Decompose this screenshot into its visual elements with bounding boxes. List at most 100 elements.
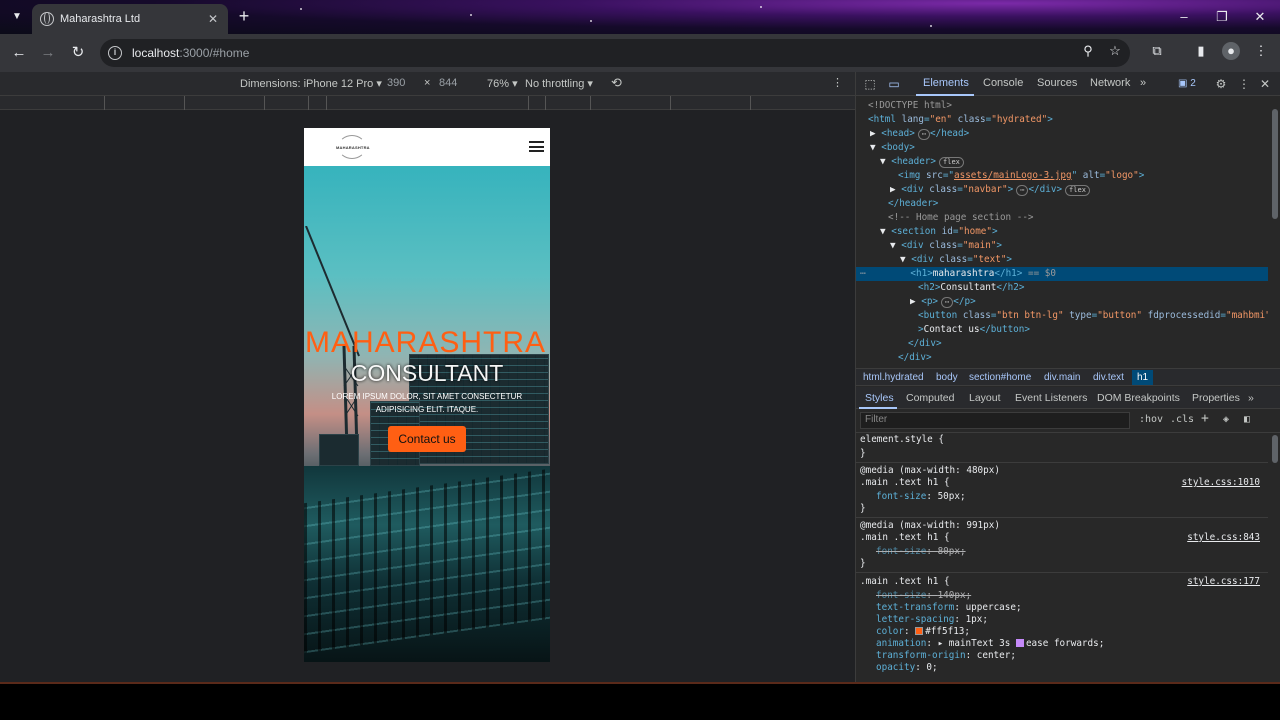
zoom-icon[interactable]: ⚲ xyxy=(1079,42,1097,60)
styles-scrollbar[interactable] xyxy=(1270,435,1279,680)
rule-source-link[interactable]: style.css:1010 xyxy=(1182,477,1260,489)
more-menu-icon[interactable]: ⋮ xyxy=(1252,42,1270,60)
breadcrumb-item-current[interactable]: h1 xyxy=(1132,370,1154,385)
more-style-tabs-icon[interactable]: » xyxy=(1248,392,1254,404)
close-tab-icon[interactable]: ✕ xyxy=(206,12,220,26)
paint-icon[interactable]: ◈ xyxy=(1223,414,1229,425)
device-toggle-icon[interactable]: ▭ xyxy=(886,76,902,92)
css-declaration[interactable]: opacity: 0; xyxy=(860,662,1264,674)
element-style-selector[interactable]: element.style { xyxy=(860,434,1264,446)
tab-console[interactable]: Console xyxy=(983,77,1023,89)
tab-layout[interactable]: Layout xyxy=(969,392,1001,404)
styles-filter-input[interactable]: Filter xyxy=(860,412,1130,429)
css-declaration-overridden[interactable]: font-size: 80px; xyxy=(860,546,1264,558)
hover-state-toggle[interactable]: :hov xyxy=(1139,414,1163,425)
device-height-input[interactable]: 844 xyxy=(439,77,457,89)
easing-editor-icon[interactable] xyxy=(1015,639,1024,647)
back-button[interactable]: ← xyxy=(8,42,30,64)
new-rule-icon[interactable]: + xyxy=(1201,411,1209,426)
inspect-element-icon[interactable]: ⬚ xyxy=(862,76,878,92)
dom-node-body[interactable]: ▼ <body> xyxy=(856,141,1268,155)
rule-selector[interactable]: .main .text h1 {style.css:843 xyxy=(860,532,1264,544)
tab-elements[interactable]: Elements xyxy=(923,77,969,89)
rotate-icon[interactable]: ⟲ xyxy=(611,75,622,91)
media-query: @media (max-width: 480px) xyxy=(860,465,1000,476)
dom-node-h2[interactable]: <h2>Consultant</h2> xyxy=(856,281,1268,295)
zoom-select[interactable]: 76% ▾ xyxy=(487,77,518,90)
dom-node-html[interactable]: <html lang="en" class="hydrated"> xyxy=(856,113,1268,127)
breadcrumb-item[interactable]: div.main xyxy=(1044,372,1081,383)
site-info-icon[interactable]: i xyxy=(108,46,122,60)
dom-node-main[interactable]: ▼ <div class="main"> xyxy=(856,239,1268,253)
tab-event-listeners[interactable]: Event Listeners xyxy=(1015,392,1087,404)
tab-dom-breakpoints[interactable]: DOM Breakpoints xyxy=(1097,392,1180,404)
reload-button[interactable]: ↻ xyxy=(67,42,89,64)
tab-properties[interactable]: Properties xyxy=(1192,392,1240,404)
address-bar[interactable]: i localhost :3000/#home xyxy=(100,39,1130,67)
css-declaration[interactable]: transform-origin: center; xyxy=(860,650,1264,662)
css-declaration[interactable]: animation: ▸ mainText 3s ease forwards; xyxy=(860,638,1264,650)
dom-doctype[interactable]: <!DOCTYPE html> xyxy=(856,99,1268,113)
dom-node-header[interactable]: ▼ <header> flex xyxy=(856,155,1268,169)
throttle-select[interactable]: No throttling ▾ xyxy=(525,77,593,90)
css-declaration[interactable]: color: #ff5f13; xyxy=(860,626,1264,638)
dom-node-header-close[interactable]: </header> xyxy=(856,197,1268,211)
profile-avatar[interactable]: ● xyxy=(1222,42,1240,60)
contact-us-button[interactable]: Contact us xyxy=(388,426,466,452)
issues-badge[interactable]: ▣ 2 xyxy=(1178,78,1196,89)
site-logo[interactable]: MAHARASHTRA xyxy=(336,133,370,161)
device-width-input[interactable]: 390 xyxy=(387,77,405,89)
more-tabs-icon[interactable]: » xyxy=(1140,77,1146,89)
extensions-icon[interactable]: ⧉ xyxy=(1148,42,1166,60)
dom-node-head[interactable]: ▶ <head> ⋯ </head> xyxy=(856,127,1268,141)
class-toggle[interactable]: .cls xyxy=(1170,414,1194,425)
side-panel-icon[interactable]: ▮ xyxy=(1192,42,1210,60)
color-swatch-icon[interactable] xyxy=(915,627,924,635)
tab-network[interactable]: Network xyxy=(1090,77,1130,89)
restore-button[interactable]: ❐ xyxy=(1204,6,1240,28)
breadcrumb-item[interactable]: div.text xyxy=(1093,372,1124,383)
close-devtools-icon[interactable]: ✕ xyxy=(1257,76,1273,92)
construction-site xyxy=(304,466,550,662)
dom-node-navbar[interactable]: ▶ <div class="navbar"> ⋯ </div> flex xyxy=(856,183,1268,197)
sidebar-toggle-icon[interactable]: ◧ xyxy=(1244,414,1250,425)
rule-source-link[interactable]: style.css:177 xyxy=(1187,576,1260,588)
forward-button[interactable]: → xyxy=(37,42,59,64)
tab-computed[interactable]: Computed xyxy=(906,392,954,404)
settings-gear-icon[interactable]: ⚙ xyxy=(1213,76,1229,92)
breadcrumb-item[interactable]: html.hydrated xyxy=(863,372,924,383)
breadcrumb-item[interactable]: body xyxy=(936,372,958,383)
devtools-more-icon[interactable]: ⋮ xyxy=(1236,76,1252,92)
css-declaration[interactable]: text-transform: uppercase; xyxy=(860,602,1264,614)
dom-comment[interactable]: <!-- Home page section --> xyxy=(856,211,1268,225)
dom-node-div-close[interactable]: </div> xyxy=(856,351,1268,365)
dom-node-h1-selected[interactable]: ⋯ <h1>maharashtra</h1> == $0 xyxy=(856,267,1268,281)
dom-node-button[interactable]: <button class="btn btn-lg" type="button"… xyxy=(856,309,1268,323)
device-select[interactable]: Dimensions: iPhone 12 Pro ▾ xyxy=(240,77,382,90)
dom-node-img[interactable]: <img src="assets/mainLogo-3.jpg" alt="lo… xyxy=(856,169,1268,183)
device-more-icon[interactable]: ⋮ xyxy=(832,76,843,89)
new-tab-button[interactable]: + xyxy=(234,7,254,27)
dom-node-button-text[interactable]: >Contact us</button> xyxy=(856,323,1268,337)
rule-source-link[interactable]: style.css:843 xyxy=(1187,532,1260,544)
breadcrumb-item[interactable]: section#home xyxy=(969,372,1031,383)
dom-node-section[interactable]: ▼ <section id="home"> xyxy=(856,225,1268,239)
bookmark-star-icon[interactable]: ☆ xyxy=(1106,42,1124,60)
dom-node-div-close[interactable]: </div> xyxy=(856,337,1268,351)
close-window-button[interactable]: ✕ xyxy=(1242,6,1278,28)
tab-styles[interactable]: Styles xyxy=(865,392,894,404)
dom-node-p[interactable]: ▶ <p> ⋯ </p> xyxy=(856,295,1268,309)
browser-tab[interactable]: Maharashtra Ltd ✕ xyxy=(32,4,228,34)
dom-node-text[interactable]: ▼ <div class="text"> xyxy=(856,253,1268,267)
rule-selector[interactable]: .main .text h1 {style.css:1010 xyxy=(860,477,1264,489)
css-declaration[interactable]: letter-spacing: 1px; xyxy=(860,614,1264,626)
rule-selector[interactable]: .main .text h1 {style.css:177 xyxy=(860,576,1264,588)
css-declaration[interactable]: font-size: 50px; xyxy=(860,491,1264,503)
tab-sources[interactable]: Sources xyxy=(1037,77,1077,89)
dom-scrollbar[interactable] xyxy=(1270,99,1279,364)
tab-search-chevron-icon[interactable]: ▼ xyxy=(6,7,28,27)
css-declaration-overridden[interactable]: font-size: 140px; xyxy=(860,590,1264,602)
devtools-panel: ⬚ ▭ Elements Console Sources Network » ▣… xyxy=(855,72,1280,682)
hamburger-menu-icon[interactable] xyxy=(529,141,544,152)
minimize-button[interactable]: – xyxy=(1166,6,1202,28)
